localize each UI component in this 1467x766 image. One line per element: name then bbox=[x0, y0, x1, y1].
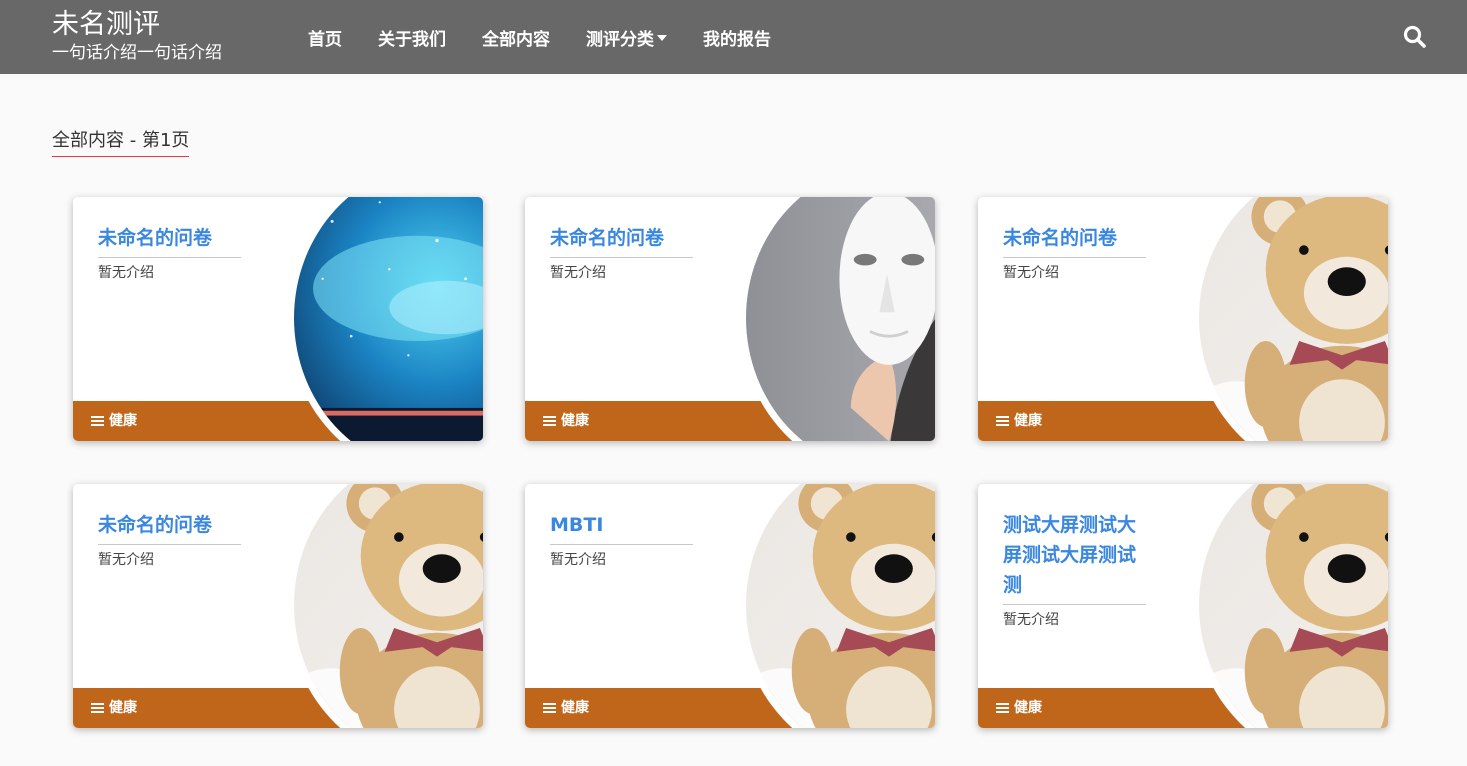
card-category-tag[interactable]: 健康 bbox=[91, 410, 137, 432]
nav-item-about[interactable]: 关于我们 bbox=[378, 25, 446, 50]
card-text: MBTI 暂无介绍 bbox=[550, 510, 693, 570]
nav-item-label: 全部内容 bbox=[482, 29, 550, 50]
menu-icon bbox=[996, 415, 1009, 427]
search-icon bbox=[1403, 25, 1426, 48]
card-thumbnail bbox=[1192, 197, 1388, 441]
search-button[interactable] bbox=[1400, 22, 1430, 52]
card-category-label: 健康 bbox=[109, 700, 137, 716]
card-thumbnail bbox=[1192, 484, 1388, 728]
menu-icon bbox=[543, 415, 556, 427]
card-title[interactable]: 未命名的问卷 bbox=[550, 223, 693, 258]
site-title[interactable]: 未名测评 bbox=[52, 8, 160, 42]
card-category-tag[interactable]: 健康 bbox=[543, 410, 589, 432]
card-category-label: 健康 bbox=[1014, 700, 1042, 716]
card-title[interactable]: 未命名的问卷 bbox=[98, 510, 241, 545]
nav-item-home[interactable]: 首页 bbox=[308, 25, 342, 50]
card-category-tag[interactable]: 健康 bbox=[996, 697, 1042, 719]
card-title[interactable]: MBTI bbox=[550, 510, 693, 545]
card-description: 暂无介绍 bbox=[550, 552, 606, 568]
card-description: 暂无介绍 bbox=[98, 552, 154, 568]
card-description: 暂无介绍 bbox=[1003, 265, 1059, 281]
card-category-label: 健康 bbox=[561, 413, 589, 429]
menu-icon bbox=[543, 702, 556, 714]
nav-item-label: 测评分类 bbox=[586, 29, 654, 50]
card-thumbnail bbox=[287, 197, 483, 441]
quiz-card[interactable]: 测试大屏测试大屏测试大屏测试测 暂无介绍 健康 bbox=[978, 484, 1388, 728]
card-thumbnail bbox=[287, 484, 483, 728]
menu-icon bbox=[91, 415, 104, 427]
nav-item-label: 我的报告 bbox=[703, 29, 771, 50]
card-category-tag[interactable]: 健康 bbox=[91, 697, 137, 719]
card-text: 未命名的问卷 暂无介绍 bbox=[1003, 223, 1146, 283]
nav-item-all-content[interactable]: 全部内容 bbox=[482, 25, 550, 50]
quiz-card[interactable]: 未命名的问卷 暂无介绍 健康 bbox=[978, 197, 1388, 441]
menu-icon bbox=[91, 702, 104, 714]
quiz-card[interactable]: MBTI 暂无介绍 健康 bbox=[525, 484, 935, 728]
card-description: 暂无介绍 bbox=[98, 265, 154, 281]
card-category-tag[interactable]: 健康 bbox=[996, 410, 1042, 432]
card-category-label: 健康 bbox=[109, 413, 137, 429]
card-category-tag[interactable]: 健康 bbox=[543, 697, 589, 719]
card-text: 未命名的问卷 暂无介绍 bbox=[550, 223, 693, 283]
card-text: 未命名的问卷 暂无介绍 bbox=[98, 223, 241, 283]
nav-item-label: 关于我们 bbox=[378, 29, 446, 50]
card-title[interactable]: 未命名的问卷 bbox=[1003, 223, 1146, 258]
card-description: 暂无介绍 bbox=[550, 265, 606, 281]
menu-icon bbox=[996, 702, 1009, 714]
quiz-card[interactable]: 未命名的问卷 暂无介绍 健康 bbox=[73, 484, 483, 728]
card-thumbnail bbox=[739, 197, 935, 441]
main-nav: 首页 关于我们 全部内容 测评分类 我的报告 bbox=[308, 0, 771, 74]
card-title[interactable]: 测试大屏测试大屏测试大屏测试测 bbox=[1003, 510, 1146, 605]
quiz-card[interactable]: 未命名的问卷 暂无介绍 健康 bbox=[525, 197, 935, 441]
nav-item-categories[interactable]: 测评分类 bbox=[586, 25, 667, 50]
card-category-label: 健康 bbox=[1014, 413, 1042, 429]
card-text: 测试大屏测试大屏测试大屏测试测 暂无介绍 bbox=[1003, 510, 1146, 630]
top-navbar: 未名测评 一句话介绍一句话介绍 首页 关于我们 全部内容 测评分类 我的报告 bbox=[0, 0, 1467, 74]
caret-down-icon bbox=[657, 35, 667, 41]
card-category-label: 健康 bbox=[561, 700, 589, 716]
quiz-card[interactable]: 未命名的问卷 暂无介绍 健康 bbox=[73, 197, 483, 441]
nav-item-label: 首页 bbox=[308, 29, 342, 50]
nav-item-my-reports[interactable]: 我的报告 bbox=[703, 25, 771, 50]
card-thumbnail bbox=[739, 484, 935, 728]
card-title[interactable]: 未命名的问卷 bbox=[98, 223, 241, 258]
card-description: 暂无介绍 bbox=[1003, 612, 1059, 628]
site-subtitle: 一句话介绍一句话介绍 bbox=[52, 43, 222, 63]
card-text: 未命名的问卷 暂无介绍 bbox=[98, 510, 241, 570]
page-heading: 全部内容 - 第1页 bbox=[52, 128, 190, 157]
